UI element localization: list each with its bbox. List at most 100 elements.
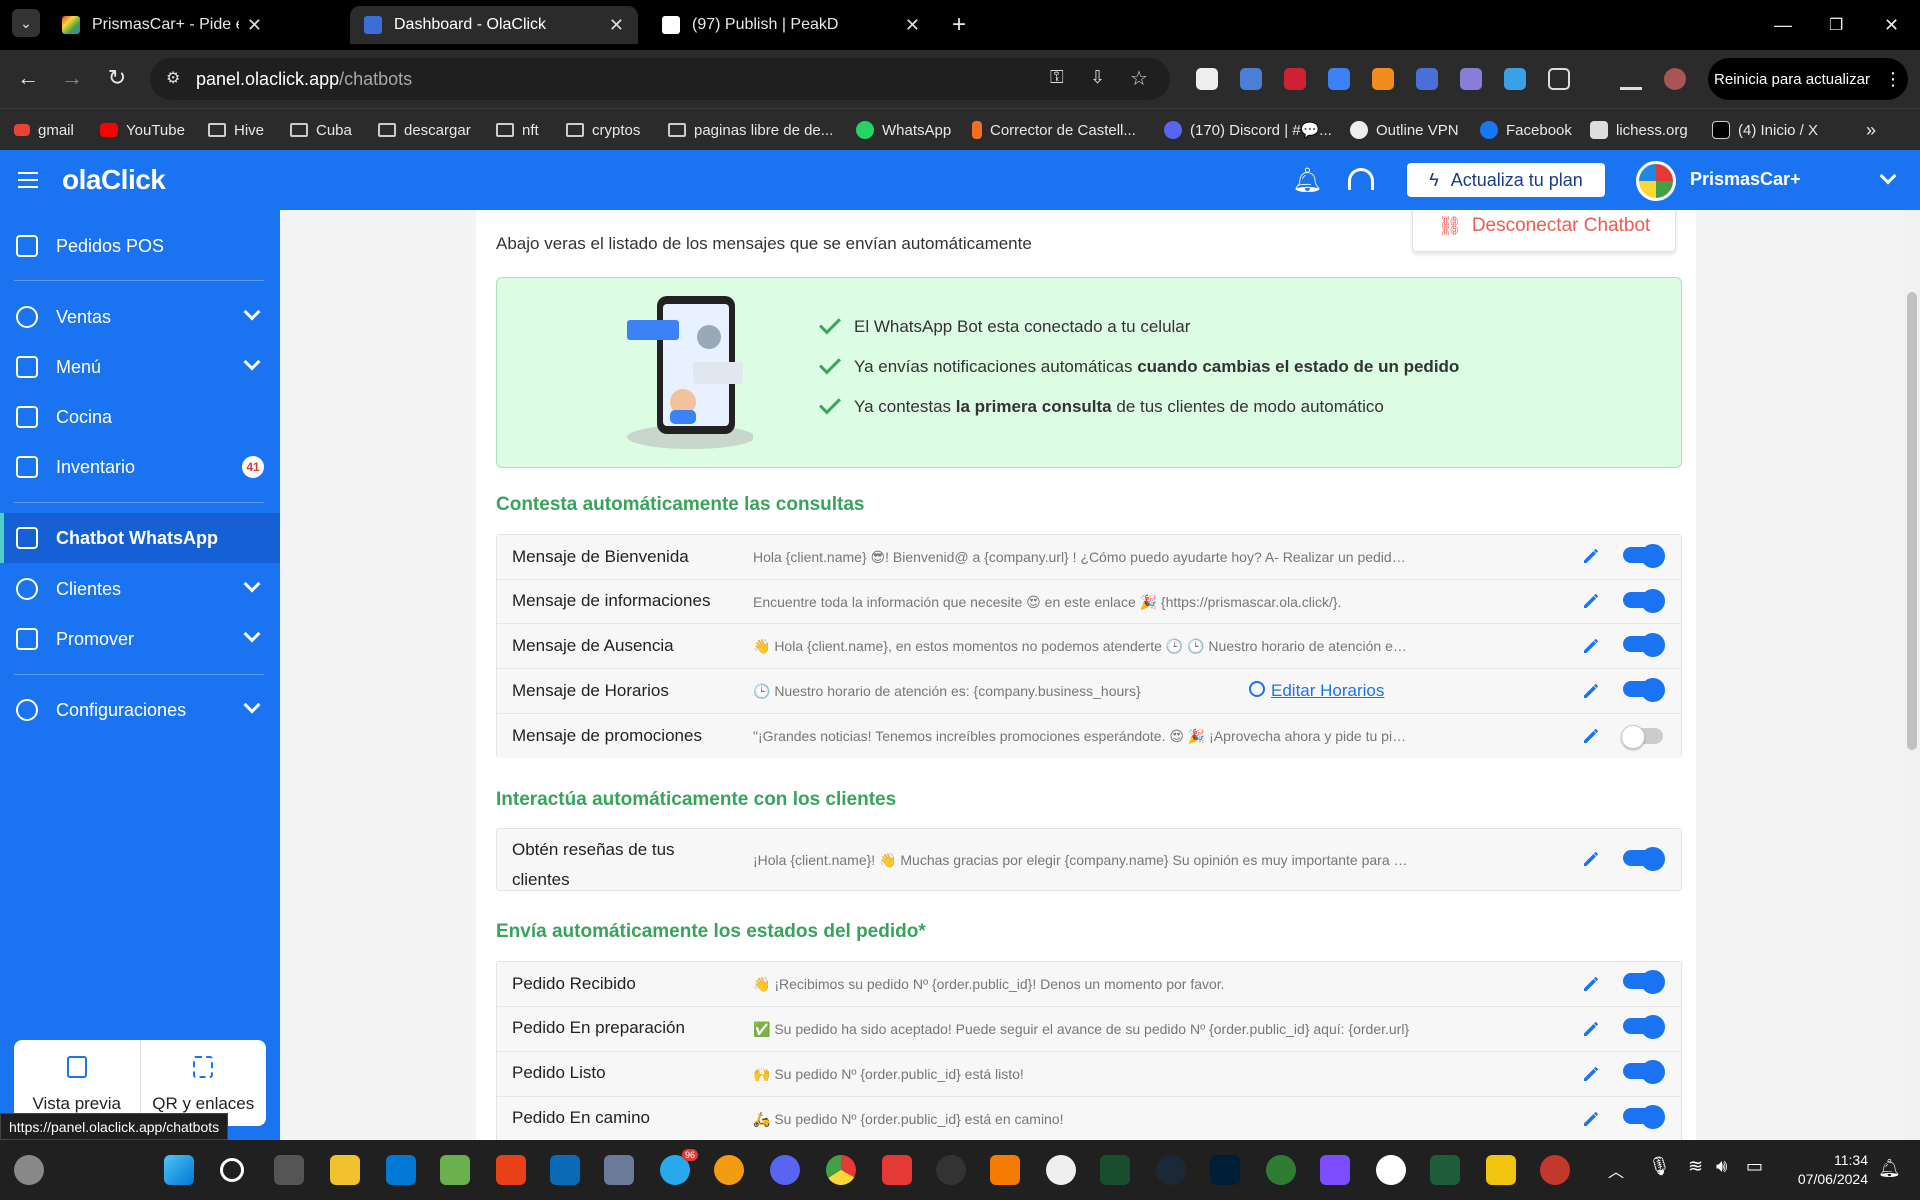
chrome-icon[interactable]	[826, 1155, 856, 1185]
new-tab-button[interactable]: +	[944, 6, 974, 44]
app-icon[interactable]	[1376, 1155, 1406, 1185]
pencil-edit-icon[interactable]	[1581, 849, 1599, 867]
sidebar-item-cocina[interactable]: Cocina	[0, 392, 280, 442]
sidebar-item-menu[interactable]: Menú	[0, 342, 280, 392]
scroll-thumb[interactable]	[1907, 292, 1917, 750]
sidebar-item-clientes[interactable]: Clientes	[0, 564, 280, 614]
reviews-toggle[interactable]	[1623, 847, 1665, 871]
more-icon[interactable]: ⋮	[1884, 69, 1902, 90]
app-icon[interactable]	[440, 1155, 470, 1185]
bookmark-descargar[interactable]: descargar	[378, 109, 471, 151]
photoshop-icon[interactable]	[1210, 1155, 1240, 1185]
minimize-icon[interactable]: —	[1760, 6, 1806, 44]
account-chevron-down-icon[interactable]	[1879, 167, 1897, 185]
bookmark-cryptos[interactable]: cryptos	[566, 109, 640, 151]
pencil-edit-icon[interactable]	[1581, 726, 1599, 744]
windows-start-icon[interactable]	[164, 1155, 194, 1185]
hamburger-menu-icon[interactable]	[18, 172, 38, 188]
pencil-edit-icon[interactable]	[1581, 591, 1599, 609]
promotions-toggle[interactable]	[1621, 725, 1663, 749]
extension-icon[interactable]	[1284, 68, 1306, 90]
info-toggle[interactable]	[1623, 589, 1665, 613]
sidebar-item-ventas[interactable]: Ventas	[0, 292, 280, 342]
disconnect-chatbot-button[interactable]: ⛓ Desconectar Chatbot	[1412, 210, 1676, 252]
reload-icon[interactable]: ↻	[103, 65, 131, 91]
extension-icon[interactable]	[1328, 68, 1350, 90]
extension-icon[interactable]	[1416, 68, 1438, 90]
account-avatar[interactable]	[1636, 161, 1676, 201]
close-tab-icon[interactable]: ✕	[247, 15, 262, 36]
order-received-toggle[interactable]	[1623, 970, 1665, 994]
bookmark-gmail[interactable]: gmail	[14, 109, 74, 151]
app-icon[interactable]	[1100, 1155, 1130, 1185]
app-icon[interactable]	[1266, 1155, 1296, 1185]
profile-avatar[interactable]	[1664, 68, 1686, 90]
discord-icon[interactable]	[770, 1155, 800, 1185]
volume-icon[interactable]: 🔊︎	[1716, 1156, 1727, 1177]
tab-prismascar[interactable]: PrismasCar+ - Pide en línea. Me ✕	[48, 6, 276, 44]
tab-dashboard[interactable]: Dashboard - OlaClick ✕	[350, 6, 638, 44]
install-icon[interactable]: ⇩	[1090, 67, 1105, 88]
order-preparing-toggle[interactable]	[1623, 1015, 1665, 1039]
bookmark-paginas[interactable]: paginas libre de de...	[668, 109, 833, 151]
olaclick-logo[interactable]: olaClick	[62, 164, 166, 196]
store-icon[interactable]	[386, 1155, 416, 1185]
app-icon[interactable]	[1430, 1155, 1460, 1185]
restore-icon[interactable]: ❐	[1815, 6, 1857, 44]
app-icon[interactable]	[1046, 1155, 1076, 1185]
welcome-toggle[interactable]	[1623, 544, 1665, 568]
support-headset-icon[interactable]	[1348, 168, 1374, 190]
back-icon[interactable]: ←	[14, 65, 42, 91]
tray-chevron-up-icon[interactable]: ︿	[1608, 1158, 1624, 1182]
app-icon[interactable]	[1320, 1155, 1350, 1185]
hours-toggle[interactable]	[1623, 678, 1665, 702]
sidebar-item-promover[interactable]: Promover	[0, 614, 280, 664]
bookmark-corrector[interactable]: Corrector de Castell...	[972, 109, 1136, 151]
page-scrollbar[interactable]	[1904, 210, 1920, 1140]
search-icon[interactable]	[220, 1158, 244, 1182]
pencil-edit-icon[interactable]	[1581, 636, 1599, 654]
app-icon[interactable]	[1540, 1155, 1570, 1185]
task-view-icon[interactable]	[274, 1155, 304, 1185]
forward-icon[interactable]: →	[58, 65, 86, 91]
close-tab-icon[interactable]: ✕	[905, 15, 920, 36]
translate-extension-icon[interactable]	[1240, 68, 1262, 90]
bookmark-star-icon[interactable]: ☆	[1130, 66, 1148, 91]
sidebar-item-inventario[interactable]: Inventario 41	[0, 442, 280, 492]
app-icon[interactable]	[550, 1155, 580, 1185]
bookmark-cuba[interactable]: Cuba	[290, 109, 352, 151]
bell-icon[interactable]: 🔔︎	[1292, 166, 1322, 195]
more-bookmarks-icon[interactable]: »	[1866, 109, 1876, 151]
tab-peakd[interactable]: (97) Publish | PeakD ✕	[648, 6, 934, 44]
bookmark-x[interactable]: (4) Inicio / X	[1712, 109, 1818, 151]
close-tab-icon[interactable]: ✕	[609, 15, 624, 36]
extension-icon[interactable]	[1196, 68, 1218, 90]
pencil-edit-icon[interactable]	[1581, 681, 1599, 699]
file-explorer-icon[interactable]	[330, 1155, 360, 1185]
pencil-edit-icon[interactable]	[1581, 974, 1599, 992]
weather-icon[interactable]	[14, 1155, 44, 1185]
app-icon[interactable]	[882, 1155, 912, 1185]
order-ready-toggle[interactable]	[1623, 1060, 1665, 1084]
bookmark-outline-vpn[interactable]: Outline VPN	[1350, 109, 1459, 151]
url-input[interactable]: ⚙ panel.olaclick.app/chatbots ⚿ ⇩ ☆	[150, 58, 1170, 100]
pencil-edit-icon[interactable]	[1581, 1109, 1599, 1127]
bookmark-lichess[interactable]: lichess.org	[1590, 109, 1688, 151]
app-icon[interactable]	[936, 1155, 966, 1185]
update-button[interactable]: Reinicia para actualizar ⋮	[1708, 58, 1908, 100]
steam-icon[interactable]	[1156, 1155, 1186, 1185]
upgrade-plan-button[interactable]: ϟ Actualiza tu plan	[1407, 163, 1605, 197]
extension-icon[interactable]	[1460, 68, 1482, 90]
battery-icon[interactable]: ▭	[1746, 1156, 1763, 1177]
clock[interactable]: 11:34 07/06/2024	[1798, 1151, 1868, 1189]
wifi-icon[interactable]: ≋	[1688, 1156, 1703, 1177]
bookmark-youtube[interactable]: YouTube	[100, 109, 185, 151]
tab-search-button[interactable]: ⌄	[12, 9, 40, 37]
sidebar-item-pedidos-pos[interactable]: Pedidos POS	[0, 221, 280, 271]
site-info-icon[interactable]: ⚙	[166, 68, 180, 88]
app-icon[interactable]	[714, 1155, 744, 1185]
sidebar-item-configuraciones[interactable]: Configuraciones	[0, 685, 280, 735]
app-icon[interactable]	[604, 1155, 634, 1185]
bookmark-whatsapp[interactable]: WhatsApp	[856, 109, 951, 151]
pencil-edit-icon[interactable]	[1581, 1064, 1599, 1082]
